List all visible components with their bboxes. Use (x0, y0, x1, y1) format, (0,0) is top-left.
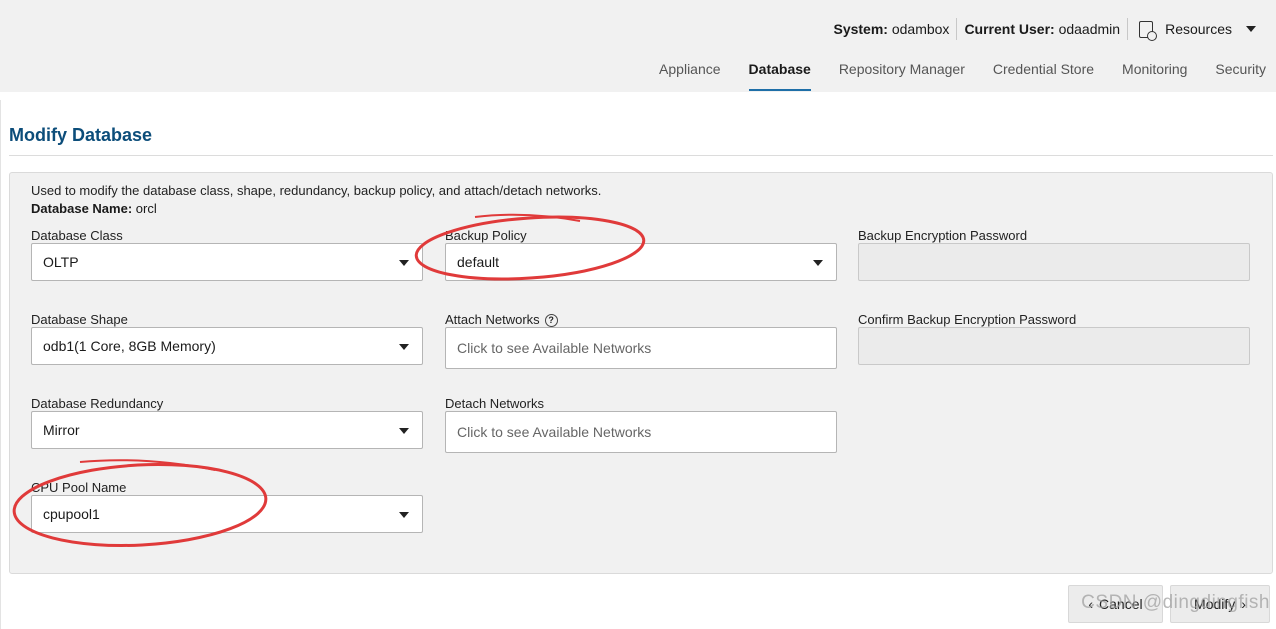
divider (1127, 18, 1129, 40)
resources-menu[interactable]: Resources (1139, 20, 1256, 41)
main-tabs: Appliance Database Repository Manager Cr… (631, 61, 1266, 91)
detach-networks-placeholder: Click to see Available Networks (457, 424, 652, 440)
backup-encryption-password-field[interactable] (858, 243, 1250, 281)
tab-credential-store[interactable]: Credential Store (993, 61, 1094, 91)
attach-networks-placeholder: Click to see Available Networks (457, 340, 652, 356)
database-shape-value: odb1(1 Core, 8GB Memory) (43, 338, 216, 354)
backup-policy-label: Backup Policy (445, 228, 527, 243)
cpu-pool-name-select[interactable]: cpupool1 (31, 495, 423, 533)
resources-label: Resources (1165, 21, 1232, 37)
database-class-label: Database Class (31, 228, 123, 243)
system-info: System: odambox Current User: odaadmin R… (833, 18, 1256, 41)
database-class-select[interactable]: OLTP (31, 243, 423, 281)
database-class-value: OLTP (43, 254, 79, 270)
attach-networks-label-row: Attach Networks? (445, 312, 558, 327)
cpu-pool-name-value: cpupool1 (43, 506, 100, 522)
backup-encryption-password-label: Backup Encryption Password (858, 228, 1028, 243)
confirm-backup-encryption-password-label: Confirm Backup Encryption Password (858, 312, 1077, 327)
current-user-value: odaadmin (1058, 21, 1121, 37)
backup-policy-value: default (457, 254, 500, 270)
page-title: Modify Database (9, 125, 153, 145)
detach-networks-field[interactable]: Click to see Available Networks (445, 411, 837, 453)
content-border (0, 100, 1, 629)
resources-icon (1139, 20, 1158, 41)
database-redundancy-label: Database Redundancy (31, 396, 164, 411)
tab-repository-manager[interactable]: Repository Manager (839, 61, 965, 91)
top-header-bar: System: odambox Current User: odaadmin R… (0, 0, 1276, 92)
database-name-label: Database Name: (31, 201, 133, 216)
database-shape-label: Database Shape (31, 312, 128, 327)
chevron-down-icon (1246, 26, 1256, 32)
database-shape-select[interactable]: odb1(1 Core, 8GB Memory) (31, 327, 423, 365)
tab-security[interactable]: Security (1215, 61, 1266, 91)
attach-networks-field[interactable]: Click to see Available Networks (445, 327, 837, 369)
database-redundancy-select[interactable]: Mirror (31, 411, 423, 449)
confirm-backup-encryption-password-field[interactable] (858, 327, 1250, 365)
detach-networks-label: Detach Networks (445, 396, 544, 411)
chevron-down-icon (399, 260, 409, 266)
tab-monitoring[interactable]: Monitoring (1122, 61, 1187, 91)
watermark: CSDN @dingdingfish (1081, 592, 1270, 613)
tab-appliance[interactable]: Appliance (659, 61, 721, 91)
backup-policy-select[interactable]: default (445, 243, 837, 281)
chevron-down-icon (399, 344, 409, 350)
cpu-pool-name-label: CPU Pool Name (31, 480, 127, 495)
system-value: odambox (891, 21, 950, 37)
divider (956, 18, 958, 40)
current-user-label: Current User: (964, 21, 1055, 37)
chevron-down-icon (399, 428, 409, 434)
attach-networks-label: Attach Networks (445, 312, 540, 327)
database-redundancy-value: Mirror (43, 422, 80, 438)
chevron-down-icon (813, 260, 823, 266)
database-name: Database Name: orcl (31, 201, 157, 216)
help-icon[interactable]: ? (544, 314, 558, 327)
chevron-down-icon (399, 512, 409, 518)
database-name-value: orcl (135, 201, 157, 216)
title-divider (9, 155, 1273, 156)
page-description: Used to modify the database class, shape… (31, 183, 602, 198)
system-label: System: (833, 21, 888, 37)
tab-database[interactable]: Database (748, 61, 812, 91)
